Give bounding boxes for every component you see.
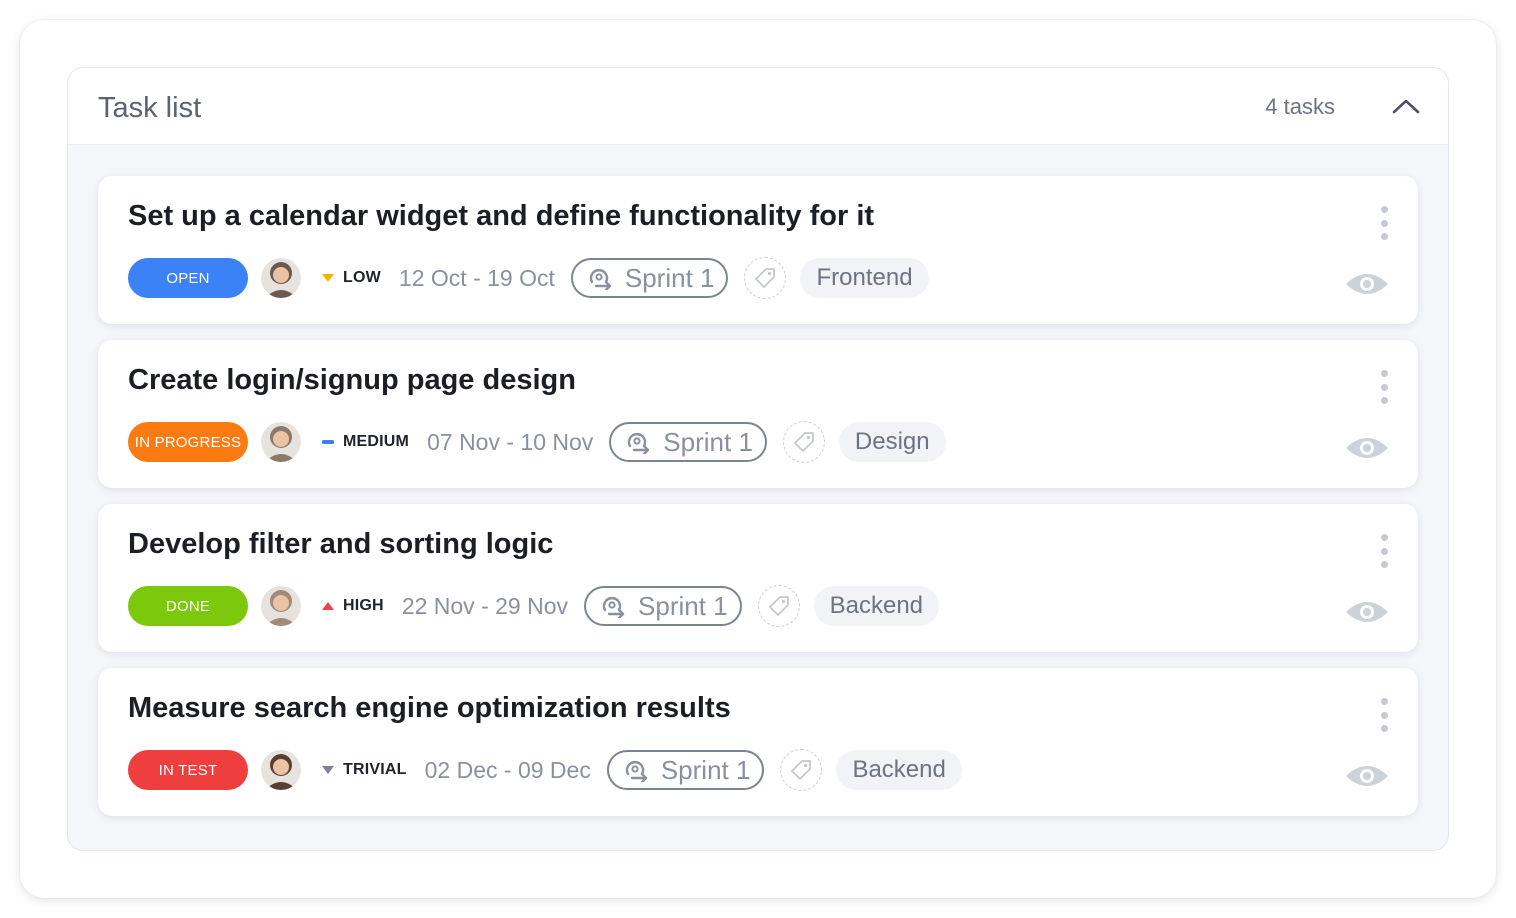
- dash-icon: [321, 435, 335, 449]
- task-title[interactable]: Create login/signup page design: [128, 364, 576, 397]
- sprint-pill[interactable]: Sprint 1: [570, 258, 729, 298]
- task-list-panel: Task list 4 tasks Set up a calendar widg…: [67, 67, 1449, 851]
- assignee-avatar[interactable]: [261, 422, 301, 462]
- sprint-label: Sprint 1: [660, 754, 751, 785]
- sprint-label: Sprint 1: [638, 590, 728, 621]
- sprint-label: Sprint 1: [663, 426, 753, 457]
- watch-button[interactable]: [1344, 434, 1390, 462]
- label-pill[interactable]: Backend: [813, 586, 940, 626]
- eye-icon: [1346, 438, 1388, 458]
- add-tag-button[interactable]: [782, 421, 825, 463]
- kebab-dot: [1380, 561, 1388, 568]
- date-range[interactable]: 12 Oct - 19 Oct: [399, 265, 555, 292]
- task-list-widget: Task list 4 tasks Set up a calendar widg…: [20, 20, 1496, 898]
- caret-down-icon: [321, 763, 335, 777]
- tag-icon: [794, 432, 814, 452]
- add-tag-button[interactable]: [780, 749, 823, 791]
- watch-button[interactable]: [1344, 270, 1390, 298]
- task-card[interactable]: Measure search engine optimization resul…: [98, 668, 1418, 816]
- assignee-avatar[interactable]: [261, 750, 301, 790]
- sprint-icon: [628, 433, 650, 454]
- priority[interactable]: HIGH: [321, 597, 384, 615]
- kebab-dot: [1380, 547, 1388, 555]
- task-cards: Set up a calendar widget and define func…: [98, 176, 1418, 832]
- assignee-avatar[interactable]: [261, 258, 301, 298]
- kebab-dot: [1380, 233, 1388, 240]
- caret-up-icon: [321, 599, 335, 613]
- tag-icon: [791, 760, 812, 780]
- status-badge[interactable]: IN TEST: [128, 750, 248, 790]
- chevron-up-icon: [1392, 99, 1420, 114]
- eye-icon: [1346, 766, 1388, 786]
- priority-label: LOW: [343, 269, 381, 286]
- more-options-button[interactable]: [1376, 206, 1392, 240]
- status-badge[interactable]: IN PROGRESS: [128, 422, 248, 462]
- task-meta: IN TEST TRIVIAL 02 Dec - 09 Dec Sprint 1…: [128, 749, 962, 791]
- kebab-dot: [1380, 206, 1388, 213]
- task-count: 4 tasks: [1265, 94, 1335, 119]
- task-title[interactable]: Set up a calendar widget and define func…: [128, 200, 874, 233]
- kebab-dot: [1380, 397, 1388, 404]
- task-title[interactable]: Develop filter and sorting logic: [128, 528, 553, 561]
- kebab-dot: [1380, 383, 1388, 391]
- date-range[interactable]: 07 Nov - 10 Nov: [427, 429, 593, 456]
- date-range[interactable]: 02 Dec - 09 Dec: [425, 757, 591, 784]
- watch-button[interactable]: [1344, 598, 1390, 626]
- task-card[interactable]: Create login/signup page design IN PROGR…: [98, 340, 1418, 488]
- sprint-icon: [625, 761, 648, 782]
- task-meta: IN PROGRESS MEDIUM 07 Nov - 10 Nov Sprin…: [128, 421, 946, 463]
- label-pill[interactable]: Design: [838, 422, 946, 462]
- more-options-button[interactable]: [1376, 370, 1392, 404]
- more-options-button[interactable]: [1376, 534, 1392, 568]
- priority-label: HIGH: [343, 597, 384, 614]
- add-tag-button[interactable]: [744, 257, 787, 299]
- sprint-pill[interactable]: Sprint 1: [584, 586, 742, 626]
- kebab-dot: [1380, 725, 1388, 732]
- sprint-icon: [589, 269, 612, 290]
- priority-label: MEDIUM: [343, 433, 410, 450]
- status-badge[interactable]: OPEN: [128, 258, 248, 298]
- kebab-dot: [1380, 219, 1388, 227]
- kebab-dot: [1380, 698, 1388, 705]
- task-title[interactable]: Measure search engine optimization resul…: [128, 692, 731, 725]
- watch-button[interactable]: [1344, 762, 1390, 790]
- eye-icon: [1346, 602, 1388, 622]
- status-badge[interactable]: DONE: [128, 586, 248, 626]
- panel-header: Task list 4 tasks: [68, 68, 1448, 145]
- sprint-icon: [602, 597, 625, 618]
- kebab-dot: [1380, 370, 1388, 377]
- sprint-pill[interactable]: Sprint 1: [606, 750, 765, 790]
- sprint-pill[interactable]: Sprint 1: [609, 422, 767, 462]
- sprint-label: Sprint 1: [624, 262, 715, 293]
- task-meta: OPEN LOW 12 Oct - 19 Oct Sprint 1 Fronte…: [128, 257, 929, 299]
- label-pill[interactable]: Frontend: [800, 258, 929, 298]
- task-card[interactable]: Develop filter and sorting logic DONE HI…: [98, 504, 1418, 652]
- tag-icon: [755, 268, 776, 288]
- priority[interactable]: LOW: [321, 269, 381, 287]
- task-meta: DONE HIGH 22 Nov - 29 Nov Sprint 1 Backe…: [128, 585, 940, 627]
- add-tag-button[interactable]: [757, 585, 800, 627]
- task-card[interactable]: Set up a calendar widget and define func…: [98, 176, 1418, 324]
- tag-icon: [768, 596, 789, 616]
- date-range[interactable]: 22 Nov - 29 Nov: [402, 593, 568, 620]
- collapse-button[interactable]: [1386, 86, 1426, 126]
- priority[interactable]: TRIVIAL: [321, 761, 407, 779]
- panel-title: Task list: [98, 92, 202, 124]
- eye-icon: [1346, 274, 1388, 294]
- kebab-dot: [1380, 534, 1388, 541]
- priority[interactable]: MEDIUM: [321, 433, 409, 451]
- kebab-dot: [1380, 711, 1388, 719]
- priority-label: TRIVIAL: [343, 761, 407, 778]
- more-options-button[interactable]: [1376, 698, 1392, 732]
- caret-down-icon: [321, 271, 335, 285]
- assignee-avatar[interactable]: [261, 586, 301, 626]
- label-pill[interactable]: Backend: [836, 750, 962, 790]
